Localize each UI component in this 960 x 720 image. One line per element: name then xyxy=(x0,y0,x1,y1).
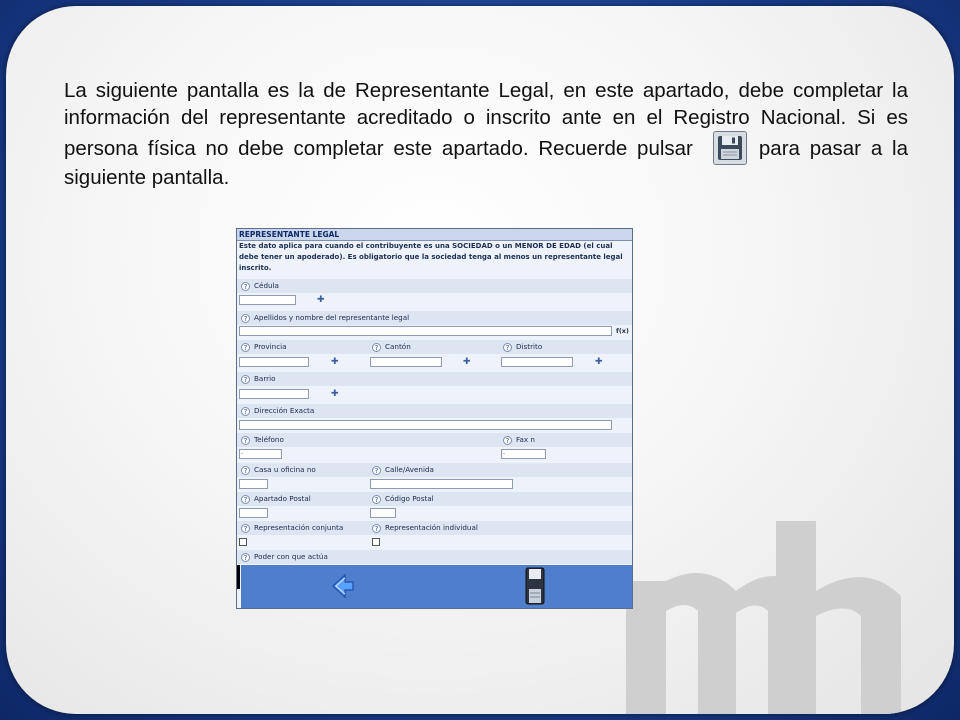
canton-select[interactable] xyxy=(370,357,442,367)
help-icon[interactable]: ? xyxy=(372,465,381,475)
apellidos-input[interactable] xyxy=(239,326,612,336)
direccion-input[interactable] xyxy=(239,420,612,430)
search-plus-icon[interactable]: ✚ xyxy=(331,389,339,399)
barrio-select[interactable] xyxy=(239,389,309,399)
label-apartado: ? Apartado Postal xyxy=(241,494,311,504)
floppy-disk-save-icon xyxy=(712,131,747,165)
poder-label: Poder con que actúa xyxy=(254,552,328,561)
label-rep-individual: ? Representación individual xyxy=(372,523,478,533)
rep-individual-label: Representación individual xyxy=(385,523,478,532)
label-codigo-postal: ? Código Postal xyxy=(372,494,434,504)
canton-label: Cantón xyxy=(385,342,411,351)
help-icon[interactable]: ? xyxy=(241,523,250,533)
fx-icon[interactable]: f(x) xyxy=(616,327,629,335)
row-band xyxy=(237,433,632,447)
apartado-input[interactable] xyxy=(239,508,268,518)
apellidos-label: Apellidos y nombre del representante leg… xyxy=(254,313,410,322)
fax-input[interactable]: - xyxy=(501,449,546,459)
label-cedula: ? Cédula xyxy=(241,281,279,291)
search-plus-icon[interactable]: ✚ xyxy=(463,357,471,367)
form-header: REPRESENTANTE LEGAL xyxy=(237,229,632,241)
label-telefono: ? Teléfono xyxy=(241,435,284,445)
direccion-label: Dirección Exacta xyxy=(254,406,315,415)
help-icon[interactable]: ? xyxy=(372,523,381,533)
row-band xyxy=(237,279,632,293)
help-icon[interactable]: ? xyxy=(241,494,250,504)
help-icon[interactable]: ? xyxy=(241,342,250,352)
fax-label: Fax n xyxy=(516,435,535,444)
back-arrow-icon[interactable] xyxy=(331,573,355,599)
label-calle: ? Calle/Avenida xyxy=(372,465,434,475)
label-apellidos: ? Apellidos y nombre del representante le… xyxy=(241,313,409,323)
label-rep-conjunta: ? Representación conjunta xyxy=(241,523,343,533)
casa-label: Casa u oficina no xyxy=(254,465,316,474)
calle-label: Calle/Avenida xyxy=(385,465,434,474)
representante-legal-form-screenshot: REPRESENTANTE LEGAL Este dato aplica par… xyxy=(236,228,633,609)
footer-edge xyxy=(237,565,240,589)
help-icon[interactable]: ? xyxy=(503,435,512,445)
instructions-text: La siguiente pantalla es la de Represent… xyxy=(64,78,908,192)
mh-logo-watermark xyxy=(626,521,901,714)
help-icon[interactable]: ? xyxy=(241,465,250,475)
distrito-label: Distrito xyxy=(516,342,543,351)
provincia-select[interactable] xyxy=(239,357,309,367)
help-icon[interactable]: ? xyxy=(241,406,250,416)
help-icon[interactable]: ? xyxy=(241,281,250,291)
rep-conjunta-label: Representación conjunta xyxy=(254,523,344,532)
search-plus-icon[interactable]: ✚ xyxy=(595,357,603,367)
help-icon[interactable]: ? xyxy=(372,494,381,504)
label-fax: ? Fax n xyxy=(503,435,535,445)
codigo-postal-label: Código Postal xyxy=(385,494,434,503)
form-note: Este dato aplica para cuando el contribu… xyxy=(239,242,623,272)
label-barrio: ? Barrio xyxy=(241,374,276,384)
provincia-label: Provincia xyxy=(254,342,287,351)
label-poder: ? Poder con que actúa xyxy=(241,552,328,562)
label-provincia: ? Provincia xyxy=(241,342,287,352)
help-icon[interactable]: ? xyxy=(241,374,250,384)
search-plus-icon[interactable]: ✚ xyxy=(331,357,339,367)
search-plus-icon[interactable]: ✚ xyxy=(317,295,325,305)
cedula-label: Cédula xyxy=(254,281,279,290)
barrio-label: Barrio xyxy=(254,374,276,383)
distrito-select[interactable] xyxy=(501,357,573,367)
label-canton: ? Cantón xyxy=(372,342,411,352)
help-icon[interactable]: ? xyxy=(503,342,512,352)
form-footer-toolbar xyxy=(241,565,632,608)
row-band xyxy=(237,372,632,386)
label-distrito: ? Distrito xyxy=(503,342,542,352)
telefono-input[interactable]: - xyxy=(239,449,282,459)
help-icon[interactable]: ? xyxy=(241,435,250,445)
help-icon[interactable]: ? xyxy=(241,313,250,323)
floppy-disk-save-icon[interactable] xyxy=(525,567,545,605)
rep-conjunta-checkbox[interactable] xyxy=(239,538,247,546)
help-icon[interactable]: ? xyxy=(241,552,250,562)
label-direccion: ? Dirección Exacta xyxy=(241,406,314,416)
calle-input[interactable] xyxy=(370,479,513,489)
apartado-label: Apartado Postal xyxy=(254,494,311,503)
row-band xyxy=(237,340,632,354)
cedula-input[interactable] xyxy=(239,295,296,305)
codigo-postal-input[interactable] xyxy=(370,508,396,518)
help-icon[interactable]: ? xyxy=(372,342,381,352)
telefono-label: Teléfono xyxy=(254,435,284,444)
rep-individual-checkbox[interactable] xyxy=(372,538,380,546)
label-casa: ? Casa u oficina no xyxy=(241,465,316,475)
casa-input[interactable] xyxy=(239,479,268,489)
